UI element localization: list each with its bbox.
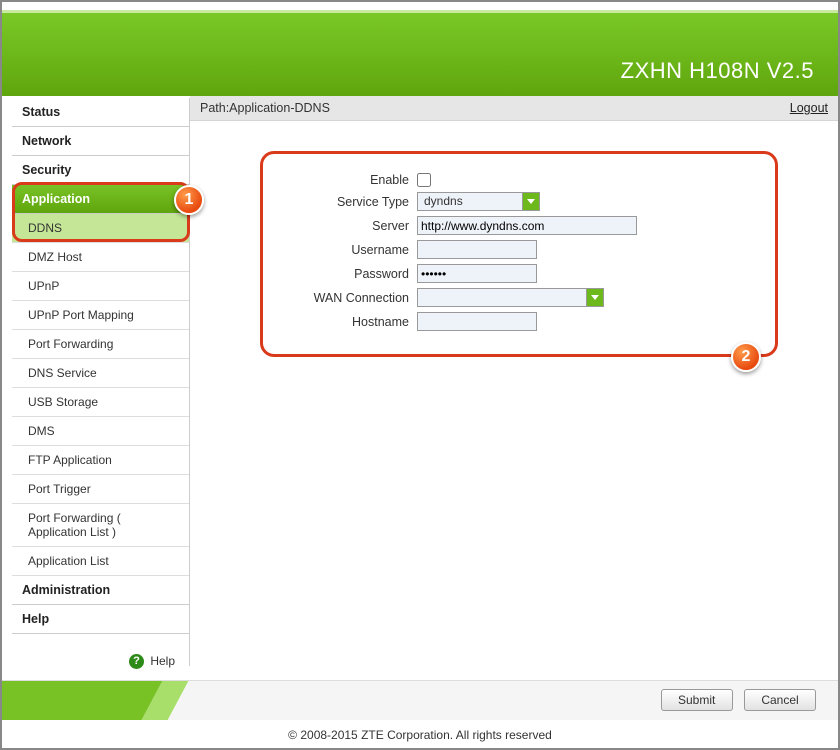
header-band: ZXHN H108N V2.5 <box>2 10 838 96</box>
wan-connection-value <box>418 289 586 306</box>
footer-bar: Submit Cancel <box>2 680 838 720</box>
annotation-badge-2: 2 <box>731 342 761 372</box>
hostname-input[interactable] <box>417 312 537 331</box>
server-input[interactable] <box>417 216 637 235</box>
copyright-text: © 2008-2015 ZTE Corporation. All rights … <box>2 728 838 742</box>
breadcrumb: Path:Application-DDNS <box>200 101 330 115</box>
help-icon[interactable]: ? <box>129 654 144 669</box>
label-username: Username <box>287 243 417 257</box>
sidebar-sub-port-forwarding[interactable]: Port Forwarding <box>12 330 189 359</box>
sidebar-sub-application-list[interactable]: Application List <box>12 547 189 576</box>
sidebar-item-administration[interactable]: Administration <box>12 576 189 605</box>
help-link[interactable]: Help <box>150 654 175 668</box>
label-server: Server <box>287 219 417 233</box>
sidebar-item-status[interactable]: Status <box>12 98 189 127</box>
password-input[interactable] <box>417 264 537 283</box>
chevron-down-icon[interactable] <box>522 193 539 210</box>
service-type-value: dyndns <box>418 193 522 210</box>
ddns-form-panel: Enable Service Type dyndns Server Userna… <box>260 151 778 357</box>
username-input[interactable] <box>417 240 537 259</box>
label-enable: Enable <box>287 173 417 187</box>
cancel-button[interactable]: Cancel <box>744 689 816 711</box>
wan-connection-select[interactable] <box>417 288 604 307</box>
annotation-badge-1: 1 <box>174 185 204 215</box>
sidebar-item-network[interactable]: Network <box>12 127 189 156</box>
sidebar-item-application[interactable]: Application <box>12 185 189 214</box>
sidebar: Status Network Security Application DDNS… <box>12 98 190 666</box>
label-hostname: Hostname <box>287 315 417 329</box>
sidebar-sub-ftp-application[interactable]: FTP Application <box>12 446 189 475</box>
sidebar-sub-usb-storage[interactable]: USB Storage <box>12 388 189 417</box>
logout-link[interactable]: Logout <box>790 101 828 115</box>
sidebar-sub-port-forwarding-app-list[interactable]: Port Forwarding ( Application List ) <box>12 504 189 547</box>
sidebar-sub-dmz-host[interactable]: DMZ Host <box>12 243 189 272</box>
sidebar-sub-upnp[interactable]: UPnP <box>12 272 189 301</box>
sidebar-sub-port-trigger[interactable]: Port Trigger <box>12 475 189 504</box>
product-title: ZXHN H108N V2.5 <box>621 58 814 84</box>
footer-stripe-decoration <box>2 681 262 720</box>
submit-button[interactable]: Submit <box>661 689 733 711</box>
sidebar-sub-dns-service[interactable]: DNS Service <box>12 359 189 388</box>
sidebar-item-security[interactable]: Security <box>12 156 189 185</box>
service-type-select[interactable]: dyndns <box>417 192 540 211</box>
chevron-down-icon[interactable] <box>586 289 603 306</box>
label-password: Password <box>287 267 417 281</box>
label-wan: WAN Connection <box>287 291 417 305</box>
sidebar-sub-ddns[interactable]: DDNS <box>12 214 189 243</box>
sidebar-sub-dms[interactable]: DMS <box>12 417 189 446</box>
label-service-type: Service Type <box>287 195 417 209</box>
sidebar-sub-upnp-port-mapping[interactable]: UPnP Port Mapping <box>12 301 189 330</box>
enable-checkbox[interactable] <box>417 173 431 187</box>
sidebar-item-help[interactable]: Help <box>12 605 189 634</box>
